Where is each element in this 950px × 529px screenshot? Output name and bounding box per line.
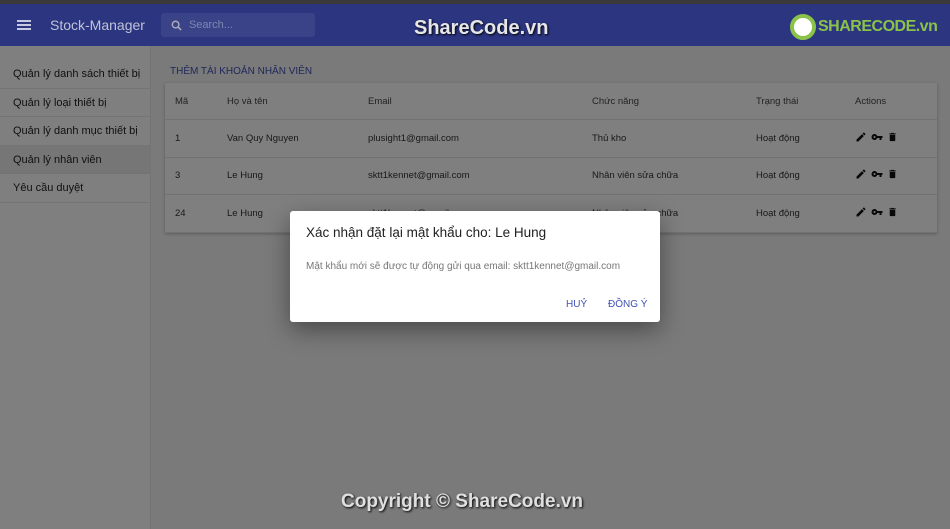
watermark: ShareCode.vn bbox=[414, 17, 549, 39]
search-box[interactable] bbox=[160, 13, 315, 37]
dialog-message: Mật khẩu mới sẽ được tự động gửi qua ema… bbox=[306, 261, 621, 272]
search-icon bbox=[171, 20, 182, 31]
cancel-button[interactable]: Huỷ bbox=[566, 299, 587, 310]
menu-icon[interactable] bbox=[17, 18, 31, 32]
copyright-watermark: Copyright © ShareCode.vn bbox=[341, 491, 584, 512]
app-bar: Stock-Manager ShareCode.vn SHARECODE.vn bbox=[0, 4, 950, 46]
search-input[interactable] bbox=[188, 19, 299, 31]
confirm-button[interactable]: Đồng ý bbox=[608, 299, 647, 310]
reset-password-dialog: Xác nhận đặt lại mật khẩu cho: Le Hung M… bbox=[290, 211, 660, 322]
sharecode-logo: SHARECODE.vn bbox=[790, 14, 938, 40]
dialog-title: Xác nhận đặt lại mật khẩu cho: Le Hung bbox=[306, 225, 547, 240]
app-title: Stock-Manager bbox=[50, 17, 145, 33]
